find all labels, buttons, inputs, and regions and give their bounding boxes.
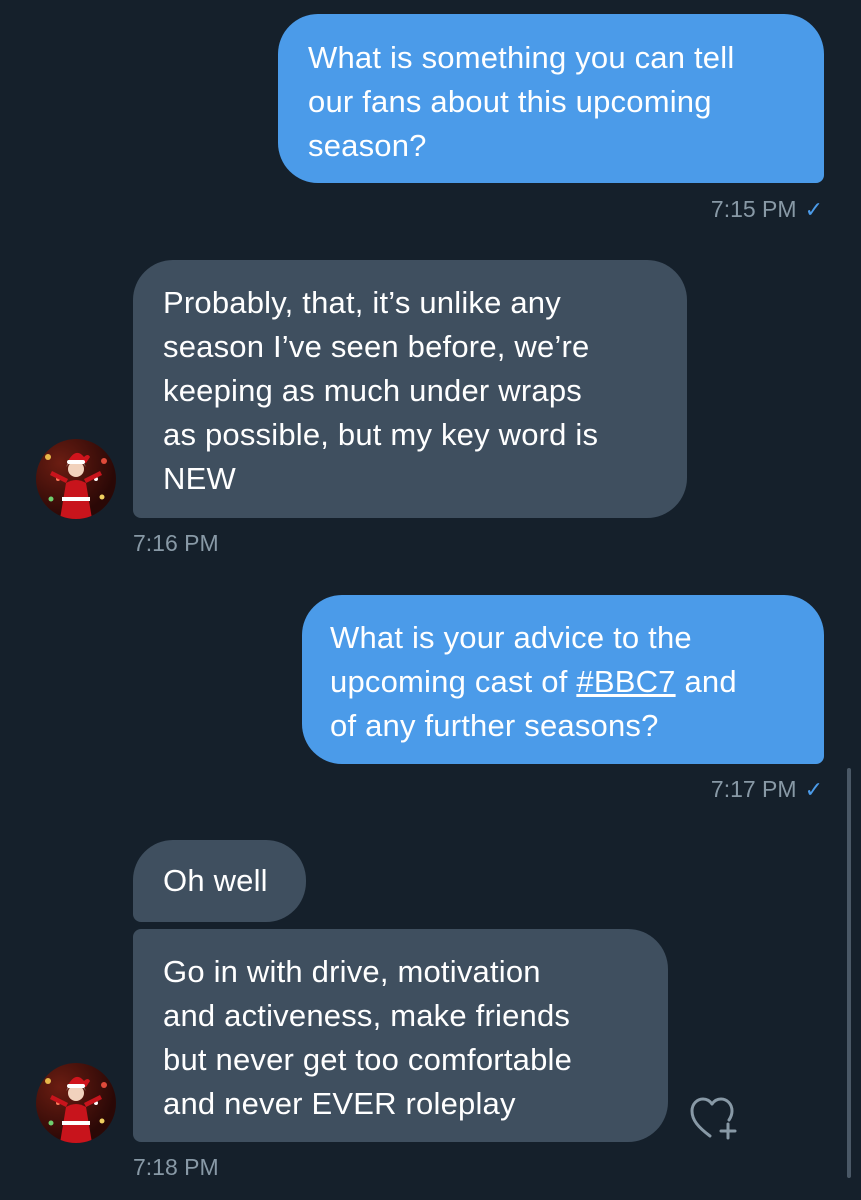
message-bubble-sent[interactable]: What is something you can tell our fans … xyxy=(278,14,824,183)
santa-avatar[interactable] xyxy=(36,1063,116,1143)
message-text: What is something you can tell xyxy=(308,40,735,75)
avatar-image xyxy=(45,452,107,519)
message-timestamp: 7:18 PM xyxy=(133,1153,219,1181)
scrollbar[interactable] xyxy=(847,768,851,1178)
message-text: keeping as much under wraps xyxy=(163,373,582,408)
message-timestamp: 7:17 PM ✓ xyxy=(711,775,823,804)
message-text: season I’ve seen before, we’re xyxy=(163,329,590,364)
message-text: of any further seasons? xyxy=(330,708,659,743)
santa-avatar[interactable] xyxy=(36,439,116,519)
checkmark-icon: ✓ xyxy=(804,197,823,222)
message-bubble-received[interactable]: Go in with drive, motivation and activen… xyxy=(133,929,668,1142)
timestamp-text: 7:17 PM xyxy=(710,776,797,802)
message-text: our fans about this upcoming xyxy=(308,84,712,119)
message-text: Probably, that, it’s unlike any xyxy=(163,285,561,320)
message-text: NEW xyxy=(163,461,236,496)
message-text: upcoming cast of xyxy=(330,664,577,699)
avatar-image xyxy=(45,1076,107,1143)
message-bubble-received[interactable]: Probably, that, it’s unlike any season I… xyxy=(133,260,687,518)
message-text: as possible, but my key word is xyxy=(163,417,599,452)
message-text: What is your advice to the xyxy=(330,620,692,655)
heart-plus-icon[interactable] xyxy=(688,1092,740,1142)
heart-plus-graphic xyxy=(690,1097,737,1140)
message-text: but never get too comfortable xyxy=(163,1042,573,1077)
timestamp-text: 7:15 PM xyxy=(710,196,797,222)
hashtag-link[interactable]: #BBC7 xyxy=(576,664,675,699)
message-timestamp: 7:15 PM ✓ xyxy=(711,195,823,224)
message-text: and xyxy=(684,664,737,699)
checkmark-icon: ✓ xyxy=(804,777,823,802)
message-bubble-received[interactable]: Oh well xyxy=(133,840,306,922)
message-text-line: upcoming cast of #BBC7 and xyxy=(330,660,796,704)
message-timestamp: 7:16 PM xyxy=(133,529,219,557)
message-text: Go in with drive, motivation xyxy=(163,954,541,989)
message-bubble-sent[interactable]: What is your advice to the upcoming cast… xyxy=(302,595,824,764)
message-text: Oh well xyxy=(163,863,268,898)
timestamp-text: 7:16 PM xyxy=(133,530,219,556)
message-text: season? xyxy=(308,128,427,163)
message-text: and activeness, make friends xyxy=(163,998,571,1033)
timestamp-text: 7:18 PM xyxy=(133,1154,219,1180)
message-text: and never EVER roleplay xyxy=(163,1086,516,1121)
